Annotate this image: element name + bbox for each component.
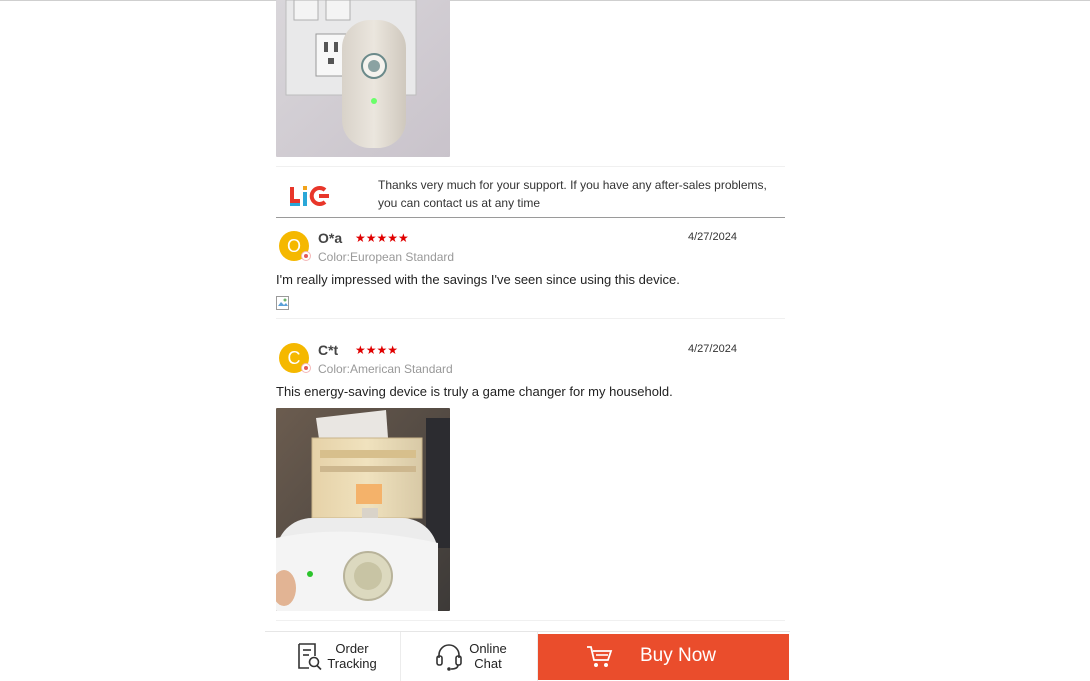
star-rating: ★★★★★ xyxy=(355,231,409,245)
device-photo-image xyxy=(276,0,450,157)
avatar-initial: O xyxy=(286,236,301,256)
online-chat-text: Online Chat xyxy=(469,641,507,671)
avatar: C xyxy=(279,343,311,373)
order-tracking-button[interactable]: Order Tracking xyxy=(265,632,401,681)
star-rating: ★★★★ xyxy=(355,343,399,357)
review-variant: Color:American Standard xyxy=(318,362,453,376)
review-photo-plug-device[interactable] xyxy=(276,0,450,157)
online-chat-label: Online Chat xyxy=(463,641,513,671)
reviewer-name: C*t xyxy=(318,342,339,358)
online-chat-button[interactable]: Online Chat xyxy=(401,632,538,681)
order-tracking-text: Order Tracking xyxy=(327,641,377,671)
buy-now-button[interactable]: Buy Now xyxy=(538,634,789,680)
order-tracking-icon xyxy=(298,643,322,671)
review-item: O O*a ★★★★★ 4/27/2024 Color:European Sta… xyxy=(276,228,785,318)
verified-badge-icon xyxy=(301,363,311,373)
review-date: 4/27/2024 xyxy=(688,343,737,355)
review-date: 4/27/2024 xyxy=(688,231,737,243)
buy-now-label: Buy Now xyxy=(640,645,717,666)
review-text: I'm really impressed with the savings I'… xyxy=(276,272,680,287)
cart-icon xyxy=(587,646,613,667)
seller-reply-text: Thanks very much for your support. If yo… xyxy=(378,178,767,210)
headset-icon xyxy=(436,644,462,671)
broken-image-icon[interactable] xyxy=(276,296,290,310)
reviewer-name: O*a xyxy=(318,230,343,246)
avatar-initial: C xyxy=(287,348,301,368)
review-divider xyxy=(276,318,785,319)
seller-reply: Thanks very much for your support. If yo… xyxy=(276,166,785,218)
seller-logo xyxy=(289,184,331,208)
avatar: O xyxy=(279,231,311,261)
review-variant: Color:European Standard xyxy=(318,250,455,264)
bottom-action-bar: Order Tracking Online Chat Buy Now xyxy=(265,631,790,681)
verified-badge-icon xyxy=(301,251,311,261)
order-tracking-label: Order Tracking xyxy=(327,641,377,671)
top-border xyxy=(0,0,1090,1)
review-divider xyxy=(276,620,785,621)
device-box-photo-image xyxy=(276,408,450,611)
review-photo-device-box[interactable] xyxy=(276,408,450,611)
review-text: This energy-saving device is truly a gam… xyxy=(276,384,673,399)
